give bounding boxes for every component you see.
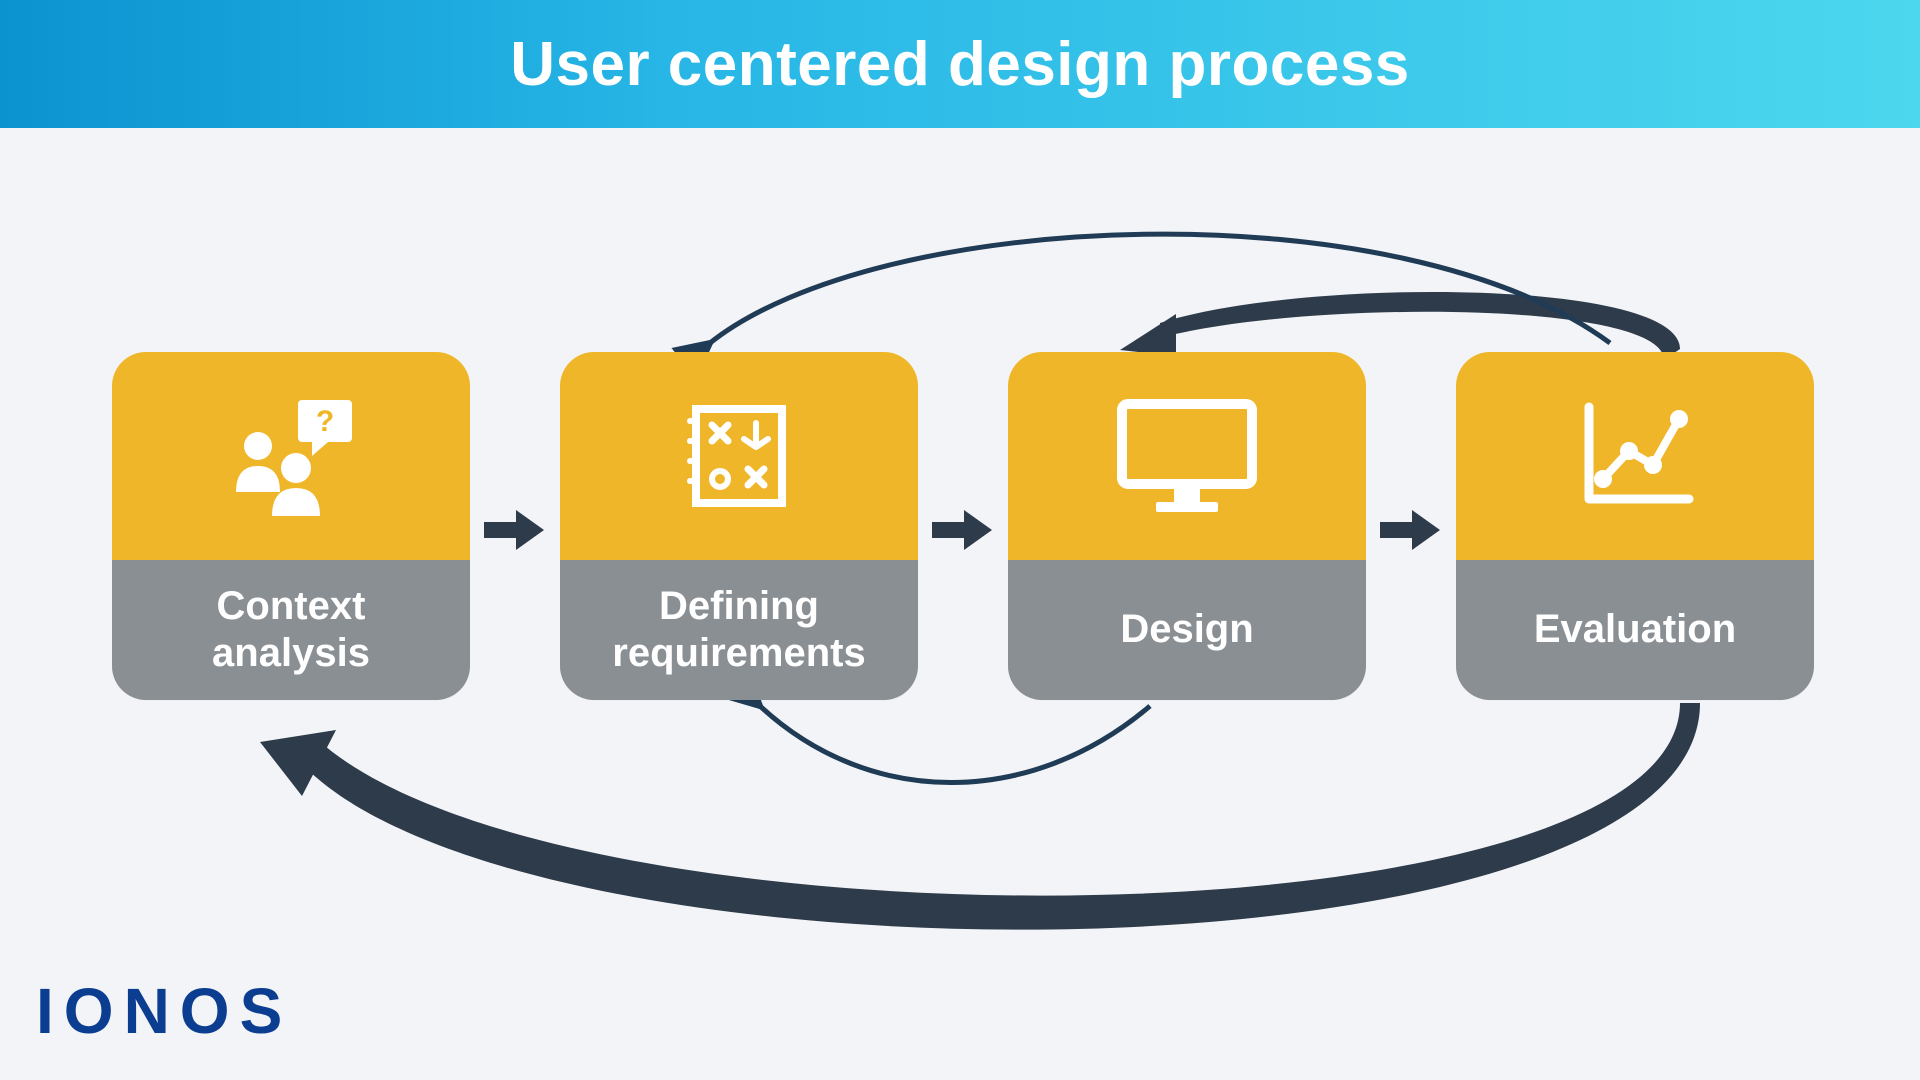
step-evaluation: Evaluation [1456,352,1814,700]
step-icon-area [1456,352,1814,560]
step-icon-area: ? [112,352,470,560]
step-icon-area [1008,352,1366,560]
chart-line-icon [1575,401,1695,511]
strategy-board-icon [684,401,794,511]
page-header: User centered design process [0,0,1920,128]
step-label: Context analysis [212,583,370,677]
step-label-area: Defining requirements [560,560,918,700]
step-context-analysis: ? Context analysis [112,352,470,700]
step-design: Design [1008,352,1366,700]
step-label-area: Context analysis [112,560,470,700]
step-label-area: Evaluation [1456,560,1814,700]
process-steps-row: ? Context analysis [112,352,1814,700]
people-question-icon: ? [226,396,356,516]
step-label: Evaluation [1534,606,1736,653]
diagram-stage: ? Context analysis [0,128,1920,1080]
brand-logo: IONOS [36,974,292,1048]
step-icon-area [560,352,918,560]
step-label: Design [1120,606,1253,653]
feedback-arrow-eval-to-design [1120,292,1680,360]
feedback-arrow-eval-to-requirements [710,234,1610,343]
step-label-area: Design [1008,560,1366,700]
monitor-icon [1112,396,1262,516]
step-defining-requirements: Defining requirements [560,352,918,700]
feedback-arrow-eval-to-context [260,703,1700,930]
step-label: Defining requirements [612,583,865,677]
page-title: User centered design process [510,29,1410,100]
feedback-arrow-design-to-requirements [760,706,1150,783]
svg-text:?: ? [316,405,334,438]
